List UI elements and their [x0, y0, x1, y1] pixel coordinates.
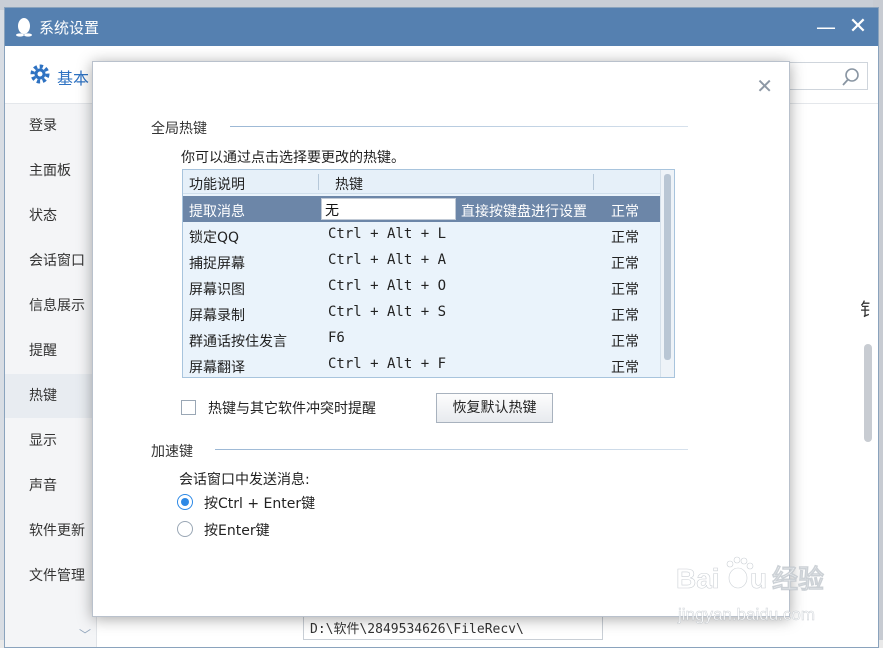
svg-text:u: u	[750, 563, 767, 594]
hotkey-settings-dialog: ✕ 全局热键 你可以通过点击选择要更改的热键。 功能说明 热键 提取消息 无 直…	[92, 61, 790, 617]
hotkey-status: 正常	[611, 282, 639, 298]
hotkey-status: 正常	[611, 334, 639, 350]
page-scrollbar[interactable]	[864, 344, 872, 442]
hotkey-value: Ctrl + Alt + O	[328, 278, 447, 294]
column-divider	[593, 174, 594, 190]
section-divider	[215, 449, 688, 450]
qq-penguin-icon	[16, 18, 32, 37]
hotkey-name: 提取消息	[189, 204, 245, 220]
window-titlebar[interactable]: 系统设置 — ✕	[5, 8, 878, 46]
hotkey-value: Ctrl + Alt + L	[328, 226, 447, 242]
sidebar-item-chat-window[interactable]: 会话窗口	[5, 239, 97, 283]
hotkey-name: 屏幕录制	[189, 308, 245, 324]
sidebar-item-sound[interactable]: 声音	[5, 464, 97, 508]
hotkey-value: F6	[328, 330, 345, 346]
table-row[interactable]: 群通话按住发言 F6 正常	[183, 326, 661, 352]
hotkey-name: 锁定QQ	[189, 230, 240, 246]
hotkey-capture-hint: 直接按键盘进行设置	[461, 204, 587, 220]
sidebar-item-hotkeys[interactable]: 热键	[5, 374, 97, 418]
hotkey-status: 正常	[611, 256, 639, 272]
hotkey-name: 群通话按住发言	[189, 334, 287, 350]
sidebar-item-reminder[interactable]: 提醒	[5, 329, 97, 373]
radio-ctrl-enter[interactable]	[177, 494, 193, 510]
column-divider	[318, 174, 319, 190]
table-row[interactable]: 提取消息 无 直接按键盘进行设置 正常	[183, 196, 661, 222]
close-window-button[interactable]: ✕	[844, 14, 872, 40]
radio-ctrl-enter-label[interactable]: 按Ctrl + Enter键	[204, 493, 315, 513]
hotkey-value: Ctrl + Alt + S	[328, 304, 447, 320]
settings-sidebar: 登录 主面板 状态 会话窗口 信息展示 提醒 热键 显示 声音 软件更新 文件管…	[5, 104, 97, 647]
window-title: 系统设置	[39, 19, 100, 37]
sidebar-item-main-panel[interactable]: 主面板	[5, 149, 97, 193]
restore-default-hotkeys-button[interactable]: 恢复默认热键	[436, 393, 553, 423]
hotkey-value: Ctrl + Alt + F	[328, 356, 447, 372]
table-row[interactable]: 捕捉屏幕 Ctrl + Alt + A 正常	[183, 248, 661, 274]
hotkey-table: 功能说明 热键 提取消息 无 直接按键盘进行设置 正常 锁定QQ Ctrl + …	[182, 169, 675, 378]
conflict-reminder-label[interactable]: 热键与其它软件冲突时提醒	[208, 398, 376, 418]
sidebar-item-display[interactable]: 显示	[5, 419, 97, 463]
sidebar-item-file-management[interactable]: 文件管理	[5, 554, 97, 598]
hotkey-capture-input[interactable]: 无	[321, 198, 456, 220]
column-header-desc[interactable]: 功能说明	[189, 174, 245, 194]
hotkey-status: 正常	[611, 204, 639, 220]
watermark-brand: 经验	[772, 564, 824, 595]
hotkey-hint-text: 你可以通过点击选择要更改的热键。	[181, 150, 405, 166]
hotkey-status: 正常	[611, 230, 639, 246]
scrollbar-thumb[interactable]	[664, 174, 671, 360]
baidu-jingyan-watermark: Bai u 经验 jingyan.baidu.com	[676, 556, 824, 624]
column-header-key[interactable]: 热键	[335, 174, 363, 194]
radio-enter-label[interactable]: 按Enter键	[204, 520, 270, 540]
table-scrollbar[interactable]	[660, 170, 674, 377]
conflict-reminder-checkbox[interactable]	[181, 400, 196, 415]
table-row[interactable]: 锁定QQ Ctrl + Alt + L 正常	[183, 222, 661, 248]
gear-icon	[30, 64, 50, 84]
close-icon[interactable]: ✕	[756, 74, 773, 98]
clipped-edge-text: 钅	[860, 300, 878, 321]
hotkey-status: 正常	[611, 308, 639, 324]
chevron-down-icon[interactable]: ﹀	[79, 626, 91, 643]
svg-text:Bai: Bai	[676, 563, 720, 594]
table-row[interactable]: 屏幕录制 Ctrl + Alt + S 正常	[183, 300, 661, 326]
sidebar-item-software-update[interactable]: 软件更新	[5, 509, 97, 553]
search-icon[interactable]	[841, 67, 861, 87]
watermark-url: jingyan.baidu.com	[677, 605, 815, 624]
hotkey-status: 正常	[611, 360, 639, 376]
accelerator-keys-heading: 加速键	[151, 444, 193, 460]
hotkey-name: 屏幕翻译	[189, 360, 245, 376]
hotkey-name: 屏幕识图	[189, 282, 245, 298]
sidebar-item-login[interactable]: 登录	[5, 104, 97, 148]
table-row[interactable]: 屏幕翻译 Ctrl + Alt + F 正常	[183, 352, 661, 377]
section-divider	[230, 126, 688, 127]
hotkey-value: Ctrl + Alt + A	[328, 252, 447, 268]
minimize-button[interactable]: —	[812, 14, 840, 40]
radio-enter[interactable]	[177, 521, 193, 537]
send-message-label: 会话窗口中发送消息:	[179, 472, 310, 488]
sidebar-item-status[interactable]: 状态	[5, 194, 97, 238]
hotkey-name: 捕捉屏幕	[189, 256, 245, 272]
table-row[interactable]: 屏幕识图 Ctrl + Alt + O 正常	[183, 274, 661, 300]
sidebar-item-info-display[interactable]: 信息展示	[5, 284, 97, 328]
table-header: 功能说明 热键	[183, 170, 661, 194]
global-hotkeys-heading: 全局热键	[151, 121, 207, 137]
tab-basic[interactable]: 基本	[57, 65, 89, 89]
